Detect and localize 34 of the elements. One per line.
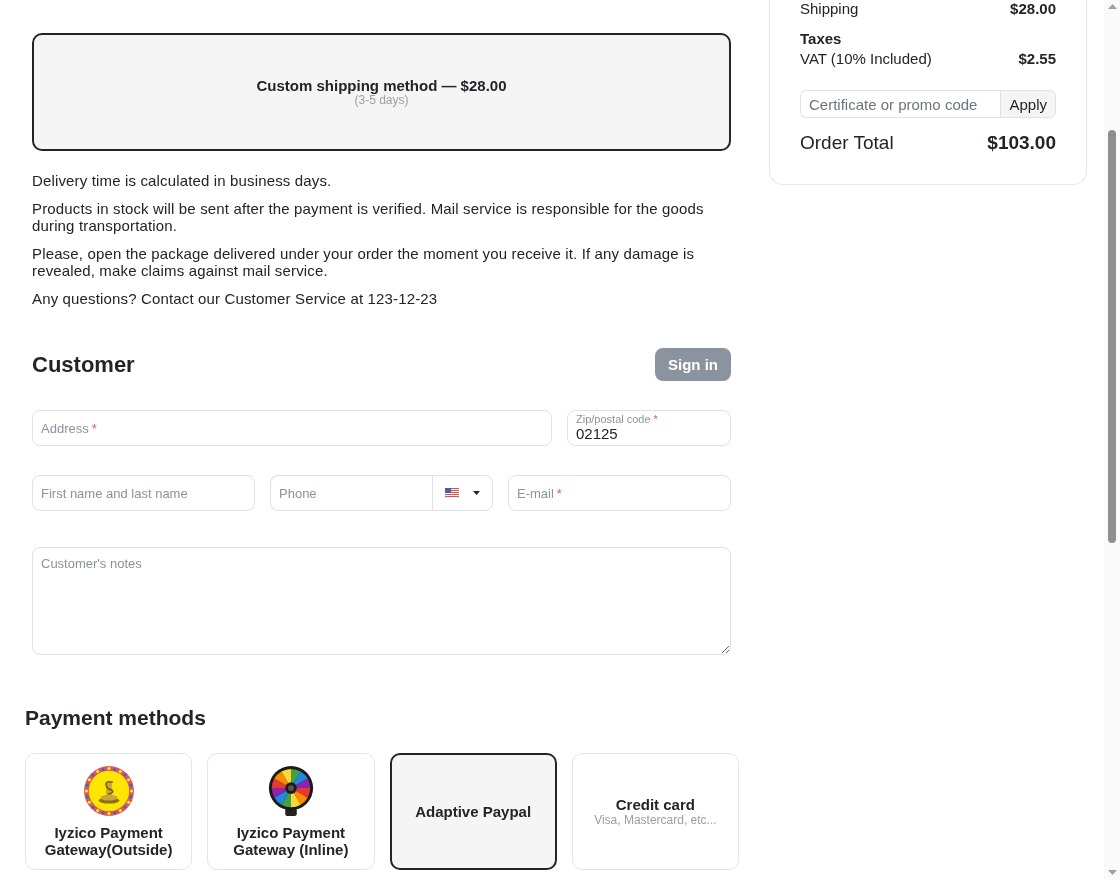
- coin-logo-icon: [83, 765, 134, 816]
- input-field[interactable]: Address *: [32, 410, 552, 446]
- country-select[interactable]: [432, 475, 493, 511]
- caret-down-icon: [473, 491, 480, 495]
- input-field[interactable]: Zip/postal code * 02125: [567, 410, 731, 446]
- promo-code-field[interactable]: Certificate or promo code: [800, 90, 1001, 118]
- payment-method-option[interactable]: Iyzico Payment Gateway(Outside): [25, 753, 193, 870]
- payment-method-option[interactable]: Credit card Visa, Mastercard, etc...: [571, 753, 739, 870]
- input-field[interactable]: E-mail *: [508, 475, 731, 511]
- taxes-heading: Taxes: [800, 30, 843, 47]
- payment-method-option[interactable]: Adaptive Paypal: [389, 753, 557, 870]
- scroll-down-icon[interactable]: [1107, 870, 1117, 875]
- section-heading: Payment methods: [25, 706, 207, 730]
- delivery-note: Delivery time is calculated in business days.: [32, 172, 333, 189]
- flag-icon: [445, 488, 459, 498]
- apply-button[interactable]: Apply: [1000, 90, 1056, 118]
- order-total-value: $103.00: [987, 132, 1056, 154]
- phone-field[interactable]: Phone: [270, 475, 432, 511]
- section-heading: Customer: [32, 351, 135, 378]
- delivery-note: Please, open the package delivered under your order the moment you receive it. If any damage is revealed, make claims against mail service.: [32, 245, 696, 279]
- input-field[interactable]: First name and last name: [32, 475, 255, 511]
- shipping-method-option[interactable]: Custom shipping method — $28.00 (3-5 days): [32, 33, 731, 151]
- notes-field[interactable]: Customer's notes: [32, 547, 731, 655]
- tax-label: VAT (10% Included): [800, 50, 932, 67]
- scroll-up-icon[interactable]: [1107, 4, 1117, 9]
- scroll-thumb[interactable]: [1108, 130, 1116, 543]
- summary-value: $28.00: [1010, 0, 1056, 17]
- scrollbar[interactable]: [1104, 0, 1120, 880]
- summary-label: Shipping: [800, 0, 859, 17]
- payment-method-option[interactable]: Iyzico Payment Gateway (Inline): [207, 753, 375, 870]
- delivery-note: Products in stock will be sent after the payment is verified. Mail service is responsible for the goods during transportation.: [32, 200, 705, 234]
- delivery-note: Any questions? Contact our Customer Service at 123-12-23: [32, 290, 439, 307]
- tax-value: $2.55: [1018, 50, 1056, 67]
- order-total-label: Order Total: [800, 132, 894, 154]
